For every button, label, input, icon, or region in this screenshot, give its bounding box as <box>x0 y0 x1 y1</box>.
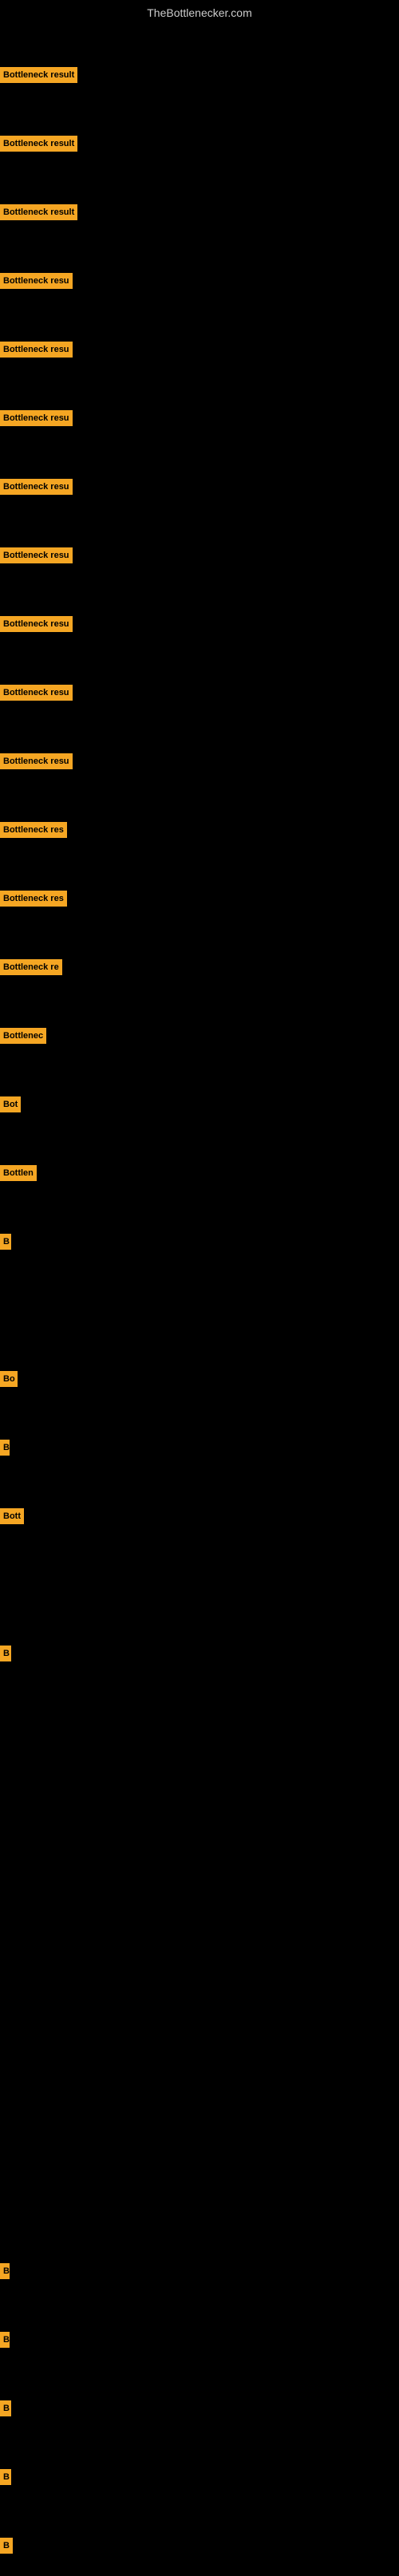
bottleneck-badge[interactable]: Bottleneck resu <box>0 616 73 632</box>
bottleneck-badge[interactable]: B <box>0 2469 11 2485</box>
bottleneck-badge[interactable]: Bottleneck result <box>0 204 77 220</box>
bottleneck-row: Bottleneck resu <box>0 547 73 563</box>
bottleneck-badge[interactable]: Bottleneck resu <box>0 753 73 769</box>
bottleneck-badge[interactable]: B <box>0 2400 11 2416</box>
bottleneck-badge[interactable]: Bottleneck res <box>0 822 67 838</box>
bottleneck-row: B <box>0 2538 13 2554</box>
bottleneck-badge[interactable]: Bottleneck resu <box>0 410 73 426</box>
bottleneck-badge[interactable]: Bott <box>0 1508 24 1524</box>
bottleneck-badge[interactable]: Bottleneck resu <box>0 685 73 701</box>
bottleneck-row: Bottleneck resu <box>0 273 73 289</box>
bottleneck-row: B <box>0 1440 10 1456</box>
site-header: TheBottlenecker.com <box>0 0 399 22</box>
bottleneck-row: B <box>0 1234 11 1250</box>
bottleneck-badge[interactable]: Bottleneck re <box>0 959 62 975</box>
bottleneck-row: Bo <box>0 1371 18 1387</box>
bottleneck-row: B <box>0 2469 11 2485</box>
bottleneck-row: Bottleneck res <box>0 822 67 838</box>
bottleneck-badge[interactable]: Bottlenec <box>0 1028 46 1044</box>
bottleneck-badge[interactable]: Bot <box>0 1096 21 1112</box>
bottleneck-badge[interactable]: Bottleneck result <box>0 67 77 83</box>
bottleneck-badge[interactable]: B <box>0 2263 10 2279</box>
bottleneck-row: Bottleneck result <box>0 136 77 152</box>
bottleneck-row: Bott <box>0 1508 24 1524</box>
rows-container: Bottleneck result Bottleneck result Bottle… <box>0 22 399 2576</box>
bottleneck-row: Bottleneck resu <box>0 479 73 495</box>
bottleneck-row: Bottleneck resu <box>0 685 73 701</box>
bottleneck-badge[interactable]: B <box>0 2332 10 2348</box>
bottleneck-row: Bottleneck res <box>0 891 67 907</box>
bottleneck-row: Bottleneck result <box>0 204 77 220</box>
bottleneck-row: Bottlenec <box>0 1028 46 1044</box>
bottleneck-row: Bottlen <box>0 1165 37 1181</box>
bottleneck-badge[interactable]: Bottleneck result <box>0 136 77 152</box>
bottleneck-row: Bot <box>0 1096 21 1112</box>
bottleneck-row: Bottleneck resu <box>0 342 73 358</box>
bottleneck-badge[interactable]: Bottleneck resu <box>0 547 73 563</box>
bottleneck-badge[interactable]: Bottleneck resu <box>0 273 73 289</box>
bottleneck-badge[interactable]: Bottleneck resu <box>0 479 73 495</box>
bottleneck-badge[interactable]: B <box>0 1440 10 1456</box>
bottleneck-row: B <box>0 1646 11 1661</box>
bottleneck-row: Bottleneck re <box>0 959 62 975</box>
bottleneck-row: B <box>0 2332 10 2348</box>
bottleneck-badge[interactable]: B <box>0 2538 13 2554</box>
bottleneck-row: Bottleneck resu <box>0 616 73 632</box>
bottleneck-row: B <box>0 2263 10 2279</box>
bottleneck-badge[interactable]: Bottleneck resu <box>0 342 73 358</box>
bottleneck-row: Bottleneck resu <box>0 410 73 426</box>
bottleneck-badge[interactable]: Bottlen <box>0 1165 37 1181</box>
bottleneck-badge[interactable]: B <box>0 1646 11 1661</box>
bottleneck-badge[interactable]: B <box>0 1234 11 1250</box>
bottleneck-row: Bottleneck result <box>0 67 77 83</box>
bottleneck-badge[interactable]: Bo <box>0 1371 18 1387</box>
bottleneck-badge[interactable]: Bottleneck res <box>0 891 67 907</box>
bottleneck-row: B <box>0 2400 11 2416</box>
bottleneck-row: Bottleneck resu <box>0 753 73 769</box>
site-title: TheBottlenecker.com <box>0 0 399 22</box>
